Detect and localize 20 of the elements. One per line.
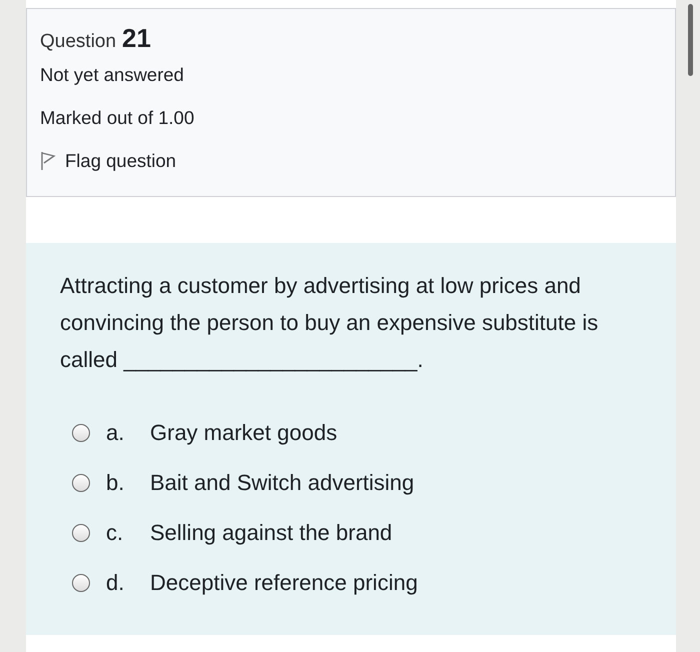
radio-button[interactable] <box>72 524 90 542</box>
option-text[interactable]: Selling against the brand <box>150 520 392 546</box>
flag-icon <box>40 150 56 171</box>
flag-question-button[interactable]: Flag question <box>40 139 176 182</box>
option-letter: b. <box>106 470 126 496</box>
option-text[interactable]: Gray market goods <box>150 420 338 446</box>
marks-text: Marked out of 1.00 <box>40 107 194 130</box>
option-letter: a. <box>106 420 126 446</box>
option-text[interactable]: Deceptive reference pricing <box>150 570 418 596</box>
option-letter: c. <box>106 520 124 546</box>
status-text: Not yet answered <box>40 64 184 86</box>
radio-button[interactable] <box>72 574 90 592</box>
radio-button[interactable] <box>72 474 90 492</box>
option-letter: d. <box>106 570 126 596</box>
radio-button[interactable] <box>72 424 90 442</box>
question-text: Attracting a customer by advertising at low prices and convincing the person to buy an expensive substitute is called ________________________. <box>60 272 600 374</box>
option-text[interactable]: Bait and Switch advertising <box>150 470 414 496</box>
scrollbar[interactable] <box>688 4 693 76</box>
question-label: Question <box>40 31 116 53</box>
question-number: 21 <box>122 23 151 54</box>
